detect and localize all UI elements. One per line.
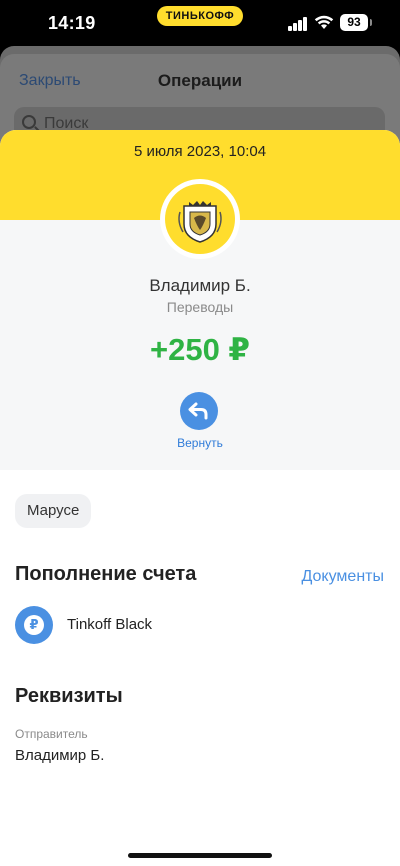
details-title: Реквизиты bbox=[15, 685, 123, 707]
sender-label: Отправитель bbox=[15, 727, 88, 741]
cellular-signal-icon bbox=[288, 17, 308, 31]
operation-category: Переводы bbox=[166, 299, 234, 315]
background-title: Операции bbox=[157, 71, 243, 90]
return-label[interactable]: Вернуть bbox=[0, 436, 400, 450]
wifi-icon bbox=[314, 15, 334, 29]
account-name[interactable]: Tinkoff Black bbox=[67, 616, 152, 633]
operation-amount: +250 ₽ bbox=[149, 332, 250, 367]
documents-link[interactable]: Документы bbox=[302, 568, 384, 586]
sender-value: Владимир Б. bbox=[15, 747, 105, 764]
battery-icon: 93 bbox=[340, 14, 372, 31]
operation-sheet: 5 июля 2023, 10:04 Владимир Б. Переводы … bbox=[0, 130, 400, 866]
operation-date: 5 июля 2023, 10:04 bbox=[133, 143, 267, 160]
comment-tag[interactable]: Марусе bbox=[15, 494, 92, 528]
home-indicator bbox=[128, 853, 272, 858]
counterparty-name: Владимир Б. bbox=[149, 276, 251, 295]
status-time: 14:19 bbox=[48, 13, 96, 33]
status-bar: 14:19 ТИНЬКОФФ 93 bbox=[0, 0, 400, 46]
tinkoff-crest-icon bbox=[165, 184, 235, 254]
ruble-account-icon: ₽ bbox=[15, 606, 53, 644]
carrier-pill: ТИНЬКОФФ bbox=[157, 6, 243, 26]
bank-logo bbox=[160, 179, 240, 259]
return-arrow-icon bbox=[188, 402, 208, 420]
return-button[interactable] bbox=[180, 392, 218, 430]
search-icon bbox=[22, 115, 36, 129]
topup-title: Пополнение счета bbox=[15, 563, 197, 585]
